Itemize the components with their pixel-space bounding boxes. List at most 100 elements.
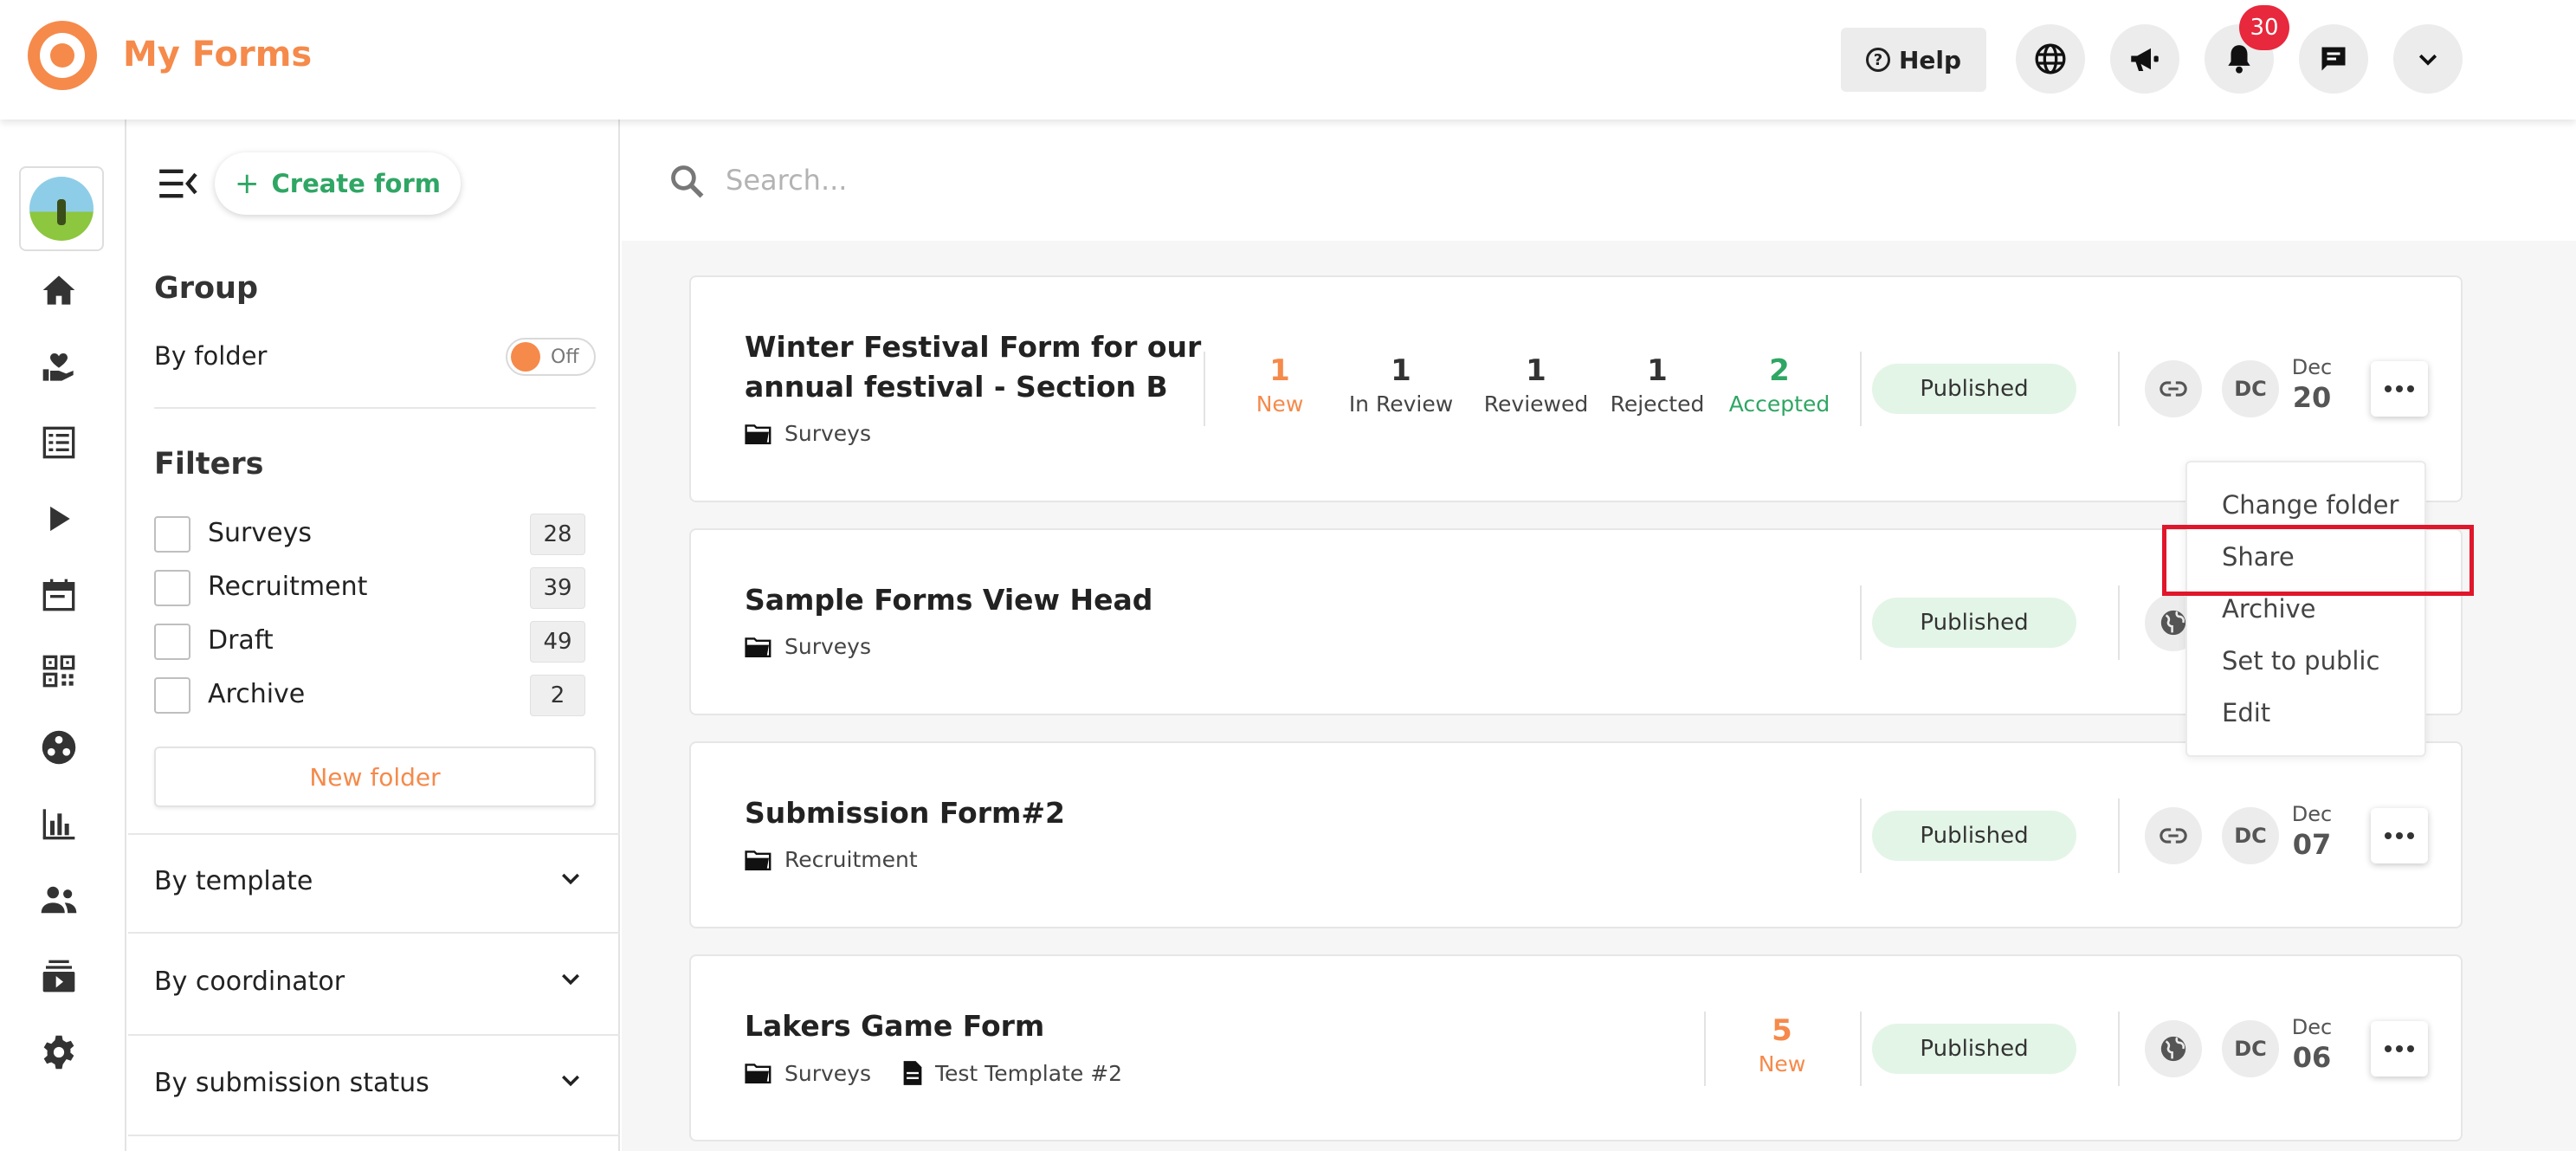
more-dot: [2396, 832, 2403, 839]
nav-groups[interactable]: [37, 726, 81, 769]
divider: [1860, 1012, 1862, 1086]
divider: [1860, 585, 1862, 660]
divider: [154, 407, 596, 409]
form-list-icon: [42, 426, 75, 459]
menu-item-edit[interactable]: Edit: [2222, 698, 2270, 727]
nav-reports[interactable]: [37, 802, 81, 845]
app-title: My Forms: [123, 35, 313, 74]
gear-icon: [43, 1035, 74, 1070]
chevron-down-icon[interactable]: [558, 1068, 584, 1094]
app-logo-icon[interactable]: [28, 21, 97, 90]
language-button[interactable]: [2016, 24, 2085, 94]
filter-checkbox-archive[interactable]: [154, 677, 190, 714]
divider: [1860, 352, 1862, 426]
form-title-line: annual festival - Section B: [745, 370, 1168, 404]
status-badge: Published: [1872, 1024, 2076, 1074]
group-by-folder-toggle[interactable]: Off: [506, 338, 596, 376]
stat-value: 5: [1772, 1013, 1792, 1048]
form-title-line: Winter Festival Form for our: [745, 330, 1202, 364]
account-menu-button[interactable]: [2393, 24, 2463, 94]
form-card[interactable]: Lakers Game Form Surveys Test Template #…: [689, 954, 2463, 1141]
stat-value: 1: [1391, 353, 1411, 388]
public-visibility-button[interactable]: [2145, 1020, 2202, 1077]
date-month: Dec: [2291, 355, 2333, 379]
divider: [1860, 799, 1862, 873]
filter-count-recruitment: 39: [530, 567, 585, 609]
chevron-down-icon[interactable]: [558, 866, 584, 892]
menu-item-archive[interactable]: Archive: [2222, 594, 2316, 624]
home-icon: [42, 275, 75, 305]
form-title[interactable]: Sample Forms View Head: [745, 580, 1152, 620]
filter-checkbox-surveys[interactable]: [154, 516, 190, 553]
filter-checkbox-recruitment[interactable]: [154, 570, 190, 606]
form-meta: Surveys: [745, 421, 871, 446]
form-title[interactable]: Winter Festival Form for our annual fest…: [745, 327, 1201, 407]
coordinator-avatar[interactable]: DC: [2222, 360, 2279, 417]
folder-icon: [745, 637, 772, 657]
help-button[interactable]: ? Help: [1841, 28, 1986, 92]
bar-chart-icon: [42, 809, 75, 840]
form-card[interactable]: Submission Form#2 Recruitment Published …: [689, 741, 2463, 928]
icon-rail: [0, 120, 126, 1151]
accordion-by-template[interactable]: By template: [154, 866, 313, 896]
workspace-avatar[interactable]: [19, 166, 104, 251]
plus-icon: +: [234, 166, 260, 201]
form-date: Dec 07: [2286, 802, 2338, 861]
megaphone-icon: [2131, 48, 2159, 71]
nav-qr-code[interactable]: [37, 650, 81, 693]
stat-label: New: [1256, 391, 1304, 417]
more-options-button[interactable]: [2371, 1021, 2428, 1077]
stat-accepted[interactable]: 2 Accepted: [1706, 353, 1853, 417]
stat-new[interactable]: 5 New: [1730, 1013, 1834, 1077]
menu-item-change-folder[interactable]: Change folder: [2222, 490, 2398, 520]
more-options-button[interactable]: [2371, 361, 2428, 417]
nav-volunteer[interactable]: [37, 345, 81, 388]
form-title[interactable]: Lakers Game Form: [745, 1006, 1044, 1046]
search-icon: [671, 165, 704, 198]
stat-in-review[interactable]: 1 In Review: [1332, 353, 1470, 417]
divider: [128, 833, 620, 835]
notification-count-badge: 30: [2239, 5, 2289, 50]
stat-label: In Review: [1348, 391, 1454, 417]
search-bar: [622, 120, 2576, 241]
create-form-button[interactable]: + Create form: [215, 152, 461, 215]
search-input[interactable]: [726, 154, 1505, 206]
nav-forms[interactable]: [37, 421, 81, 464]
nav-people[interactable]: [37, 878, 81, 921]
chevron-down-icon: [2418, 54, 2437, 66]
announcements-button[interactable]: [2110, 24, 2179, 94]
link-icon: [2160, 381, 2187, 397]
more-dot: [2385, 832, 2392, 839]
nav-settings[interactable]: [37, 1031, 81, 1074]
stat-reviewed[interactable]: 1 Reviewed: [1467, 353, 1605, 417]
accordion-by-coordinator[interactable]: By coordinator: [154, 967, 345, 997]
help-icon: ?: [1865, 48, 1890, 72]
more-options-button[interactable]: [2371, 808, 2428, 863]
nav-media[interactable]: [37, 954, 81, 998]
more-dot: [2396, 385, 2403, 392]
nav-calendar[interactable]: [37, 573, 81, 617]
coordinator-avatar[interactable]: DC: [2222, 807, 2279, 864]
form-title[interactable]: Submission Form#2: [745, 793, 1065, 833]
chat-icon: [2321, 47, 2346, 71]
menu-item-set-to-public[interactable]: Set to public: [2222, 646, 2379, 676]
new-folder-button[interactable]: New folder: [154, 747, 596, 807]
play-icon: [50, 506, 70, 532]
copy-link-button[interactable]: [2145, 360, 2202, 417]
nav-home[interactable]: [37, 268, 81, 312]
coordinator-avatar[interactable]: DC: [2222, 1020, 2279, 1077]
nav-play[interactable]: [37, 497, 81, 540]
globe-icon: [2160, 610, 2186, 636]
filter-count-draft: 49: [530, 621, 585, 663]
stat-new[interactable]: 1 New: [1236, 353, 1323, 417]
group-circle-icon: [42, 730, 76, 765]
filter-checkbox-draft[interactable]: [154, 624, 190, 660]
copy-link-button[interactable]: [2145, 807, 2202, 864]
more-dot: [2407, 1045, 2414, 1052]
link-icon: [2160, 828, 2187, 844]
messages-button[interactable]: [2299, 24, 2368, 94]
chevron-down-icon[interactable]: [558, 967, 584, 993]
divider: [128, 1034, 620, 1036]
collapse-menu-icon[interactable]: [159, 166, 197, 201]
accordion-by-submission-status[interactable]: By submission status: [154, 1068, 429, 1098]
